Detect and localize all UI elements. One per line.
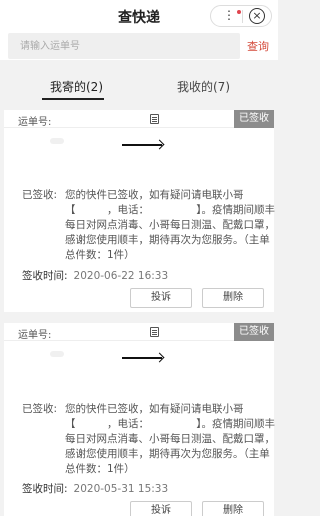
sign-time-row: 签收时间: 2020-05-31 15:33 <box>22 481 168 496</box>
status-text: 您的快件已签收，如有疑问请电联小哥【 ，电话： 】。疫情期间顺丰每日对网点消毒、… <box>65 189 275 261</box>
route-arrow-icon <box>122 144 162 146</box>
order-card: 运单号: 已签收 已签收: 您的快件已签收，如有疑问请电联小哥【 ，电话： 】。… <box>4 110 275 312</box>
tab-bar: 我寄的(2) 我收的(7) <box>0 68 278 102</box>
status-key: 已签收: <box>22 403 58 415</box>
tab-sent[interactable]: 我寄的(2) <box>50 78 103 95</box>
card-header: 运单号: 已签收 <box>4 110 274 128</box>
sign-time-label: 签收时间: <box>22 483 68 495</box>
status-badge: 已签收 <box>234 323 274 341</box>
status-text: 您的快件已签收，如有疑问请电联小哥【 ，电话： 】。疫情期间顺丰每日对网点消毒、… <box>65 403 275 475</box>
copy-icon[interactable] <box>150 114 159 124</box>
waybill-label: 运单号: <box>18 117 52 128</box>
complain-button[interactable]: 投诉 <box>130 501 192 516</box>
status-key: 已签收: <box>22 189 58 201</box>
redacted-origin <box>50 138 64 144</box>
status-badge: 已签收 <box>234 110 274 128</box>
status-detail: 已签收: 您的快件已签收，如有疑问请电联小哥【 ，电话： 】。疫情期间顺丰每日对… <box>22 188 275 261</box>
status-detail: 已签收: 您的快件已签收，如有疑问请电联小哥【 ，电话： 】。疫情期间顺丰每日对… <box>22 402 275 475</box>
capsule-divider <box>242 10 243 23</box>
active-tab-indicator <box>42 98 104 100</box>
card-header: 运单号: 已签收 <box>4 323 274 341</box>
sign-time-value: 2020-05-31 15:33 <box>73 483 169 495</box>
route-arrow-icon <box>122 357 162 359</box>
title-bar: 查快递 ⋮ × <box>0 0 278 32</box>
tab-received[interactable]: 我收的(7) <box>177 78 230 95</box>
redacted-origin <box>50 351 64 357</box>
sign-time-value: 2020-06-22 16:33 <box>73 270 169 282</box>
search-button[interactable]: 查询 <box>247 38 269 54</box>
sign-time-label: 签收时间: <box>22 270 68 282</box>
delete-button[interactable]: 删除 <box>202 501 264 516</box>
notification-dot-icon <box>237 10 241 14</box>
order-card: 运单号: 已签收 已签收: 您的快件已签收，如有疑问请电联小哥【 ，电话： 】。… <box>4 323 275 516</box>
copy-icon[interactable] <box>150 327 159 337</box>
search-bar: 查询 <box>0 32 278 60</box>
close-icon[interactable]: × <box>249 8 265 24</box>
search-input[interactable] <box>8 33 240 59</box>
more-icon[interactable]: ⋮ <box>223 8 235 22</box>
delete-button[interactable]: 删除 <box>202 288 264 308</box>
waybill-label: 运单号: <box>18 330 52 341</box>
mini-program-capsule: ⋮ × <box>210 5 272 27</box>
complain-button[interactable]: 投诉 <box>130 288 192 308</box>
sign-time-row: 签收时间: 2020-06-22 16:33 <box>22 268 168 283</box>
